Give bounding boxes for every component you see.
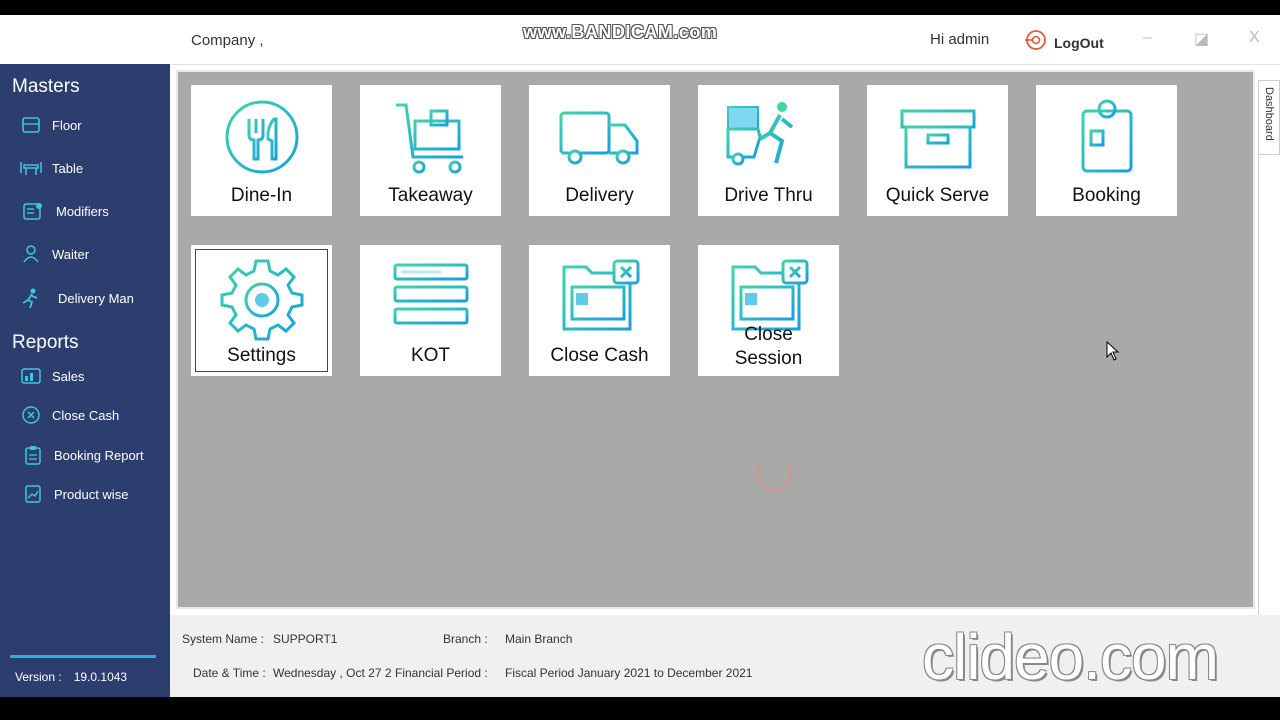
tile-label: KOT — [410, 345, 451, 367]
branch-label: Branch : — [443, 632, 488, 646]
app-window: Company , www.BANDICAM.com Hi admin LogO… — [0, 15, 1280, 697]
sidebar-item-modifiers[interactable]: Modifiers — [22, 201, 109, 221]
sidebar-item-waiter[interactable]: Waiter — [20, 244, 89, 264]
tile-dine-in[interactable]: Dine-In — [191, 85, 332, 216]
sidebar-item-product-wise[interactable]: Product wise — [22, 484, 128, 504]
tile-drive-thru[interactable]: Drive Thru — [698, 85, 839, 216]
system-name-value: SUPPORT1 — [273, 632, 338, 646]
sales-icon — [20, 366, 42, 386]
tile-label: Close Session — [734, 323, 803, 370]
editor-watermark: clideo.com — [922, 621, 1219, 693]
kot-list-icon — [393, 263, 468, 325]
datetime-label: Date & Time : — [193, 666, 266, 680]
minimize-button[interactable]: – — [1143, 29, 1152, 47]
sidebar-item-label: Booking Report — [54, 447, 144, 463]
tab-dashboard[interactable]: Dashboard — [1258, 80, 1280, 155]
tile-close-session[interactable]: Close Session — [698, 245, 839, 376]
loading-spinner — [756, 456, 792, 492]
sidebar-item-label: Sales — [52, 368, 85, 384]
close-cash-icon — [20, 405, 42, 425]
screen-border-bottom — [0, 697, 1280, 720]
version-info: Version : 19.0.1043 — [15, 670, 127, 684]
reports-heading: Reports — [12, 332, 79, 353]
sidebar-item-delivery-man[interactable]: Delivery Man — [20, 288, 134, 309]
sidebar-item-floor[interactable]: Floor — [20, 115, 82, 135]
waiter-icon — [20, 244, 42, 264]
financial-period-value: Fiscal Period January 2021 to December 2… — [505, 666, 753, 680]
mouse-cursor-icon — [1106, 340, 1120, 366]
tile-label: Settings — [227, 345, 296, 367]
tile-quick-serve[interactable]: Quick Serve — [867, 85, 1008, 216]
maximize-button[interactable]: ◪ — [1194, 29, 1209, 49]
title-bar: Company , www.BANDICAM.com Hi admin LogO… — [0, 15, 1280, 65]
close-button[interactable]: X — [1249, 29, 1260, 47]
tile-label: Takeaway — [388, 185, 473, 207]
sidebar-item-label: Product wise — [54, 486, 129, 502]
dashboard-panel: Dine-In Takeaway Delivery Drive Thru Qui… — [176, 70, 1255, 609]
recorder-watermark: www.BANDICAM.com — [523, 22, 718, 42]
tile-label: Booking — [1072, 185, 1141, 207]
booking-clipboard-icon — [1081, 99, 1132, 173]
system-name-label: System Name : — [182, 632, 265, 646]
takeaway-cart-icon — [395, 103, 463, 174]
product-wise-icon — [22, 484, 44, 504]
tile-delivery[interactable]: Delivery — [529, 85, 670, 216]
booking-report-icon — [22, 445, 44, 465]
financial-period-label: Financial Period : — [395, 666, 488, 680]
sidebar-item-label: Waiter — [52, 246, 90, 262]
sidebar-item-close-cash[interactable]: Close Cash — [20, 405, 119, 425]
logout-button[interactable]: LogOut — [1024, 28, 1104, 57]
sidebar-item-label: Modifiers — [56, 203, 109, 219]
delivery-man-icon — [20, 288, 42, 309]
tile-label: Quick Serve — [885, 185, 990, 207]
side-tab-strip — [1258, 155, 1280, 625]
modifiers-icon — [22, 201, 44, 221]
datetime-value: Wednesday , Oct 27 2 — [273, 666, 392, 680]
screen-border-top — [0, 0, 1280, 15]
floor-icon — [20, 115, 42, 135]
logout-icon — [1024, 28, 1048, 57]
quick-serve-box-icon — [900, 109, 975, 169]
tile-label: Dine-In — [230, 185, 293, 207]
tile-label: Drive Thru — [724, 185, 813, 207]
sidebar-item-label: Close Cash — [52, 407, 120, 423]
tile-close-cash[interactable]: Close Cash — [529, 245, 670, 376]
tile-settings[interactable]: Settings — [191, 245, 332, 376]
tile-label: Delivery — [565, 185, 634, 207]
version-progress-bar — [10, 655, 156, 658]
tile-takeaway[interactable]: Takeaway — [360, 85, 501, 216]
sidebar-item-sales[interactable]: Sales — [20, 366, 85, 386]
logout-label: LogOut — [1054, 34, 1104, 51]
tile-kot[interactable]: KOT — [360, 245, 501, 376]
company-name: Company , — [191, 32, 264, 49]
table-icon — [20, 158, 42, 178]
sidebar-item-label: Table — [52, 160, 84, 176]
drive-thru-icon — [726, 102, 793, 166]
version-value: 19.0.1043 — [73, 670, 128, 684]
branch-value: Main Branch — [505, 632, 573, 646]
tile-booking[interactable]: Booking — [1036, 85, 1177, 216]
sidebar-item-booking-report[interactable]: Booking Report — [22, 445, 144, 465]
close-cash-folder-icon — [562, 259, 639, 331]
user-greeting: Hi admin — [930, 31, 990, 48]
dine-in-icon — [225, 100, 298, 174]
masters-heading: Masters — [12, 76, 80, 97]
delivery-truck-icon — [559, 111, 638, 165]
tab-dashboard-label: Dashboard — [1263, 87, 1275, 141]
settings-gear-icon — [220, 259, 303, 341]
tile-label: Close Cash — [550, 345, 649, 367]
sidebar: Masters Floor Table Modifiers Waiter Del… — [0, 64, 170, 697]
sidebar-item-label: Floor — [52, 117, 82, 133]
version-label: Version : — [15, 670, 62, 684]
sidebar-item-table[interactable]: Table — [20, 158, 83, 178]
sidebar-item-label: Delivery Man — [58, 290, 134, 306]
